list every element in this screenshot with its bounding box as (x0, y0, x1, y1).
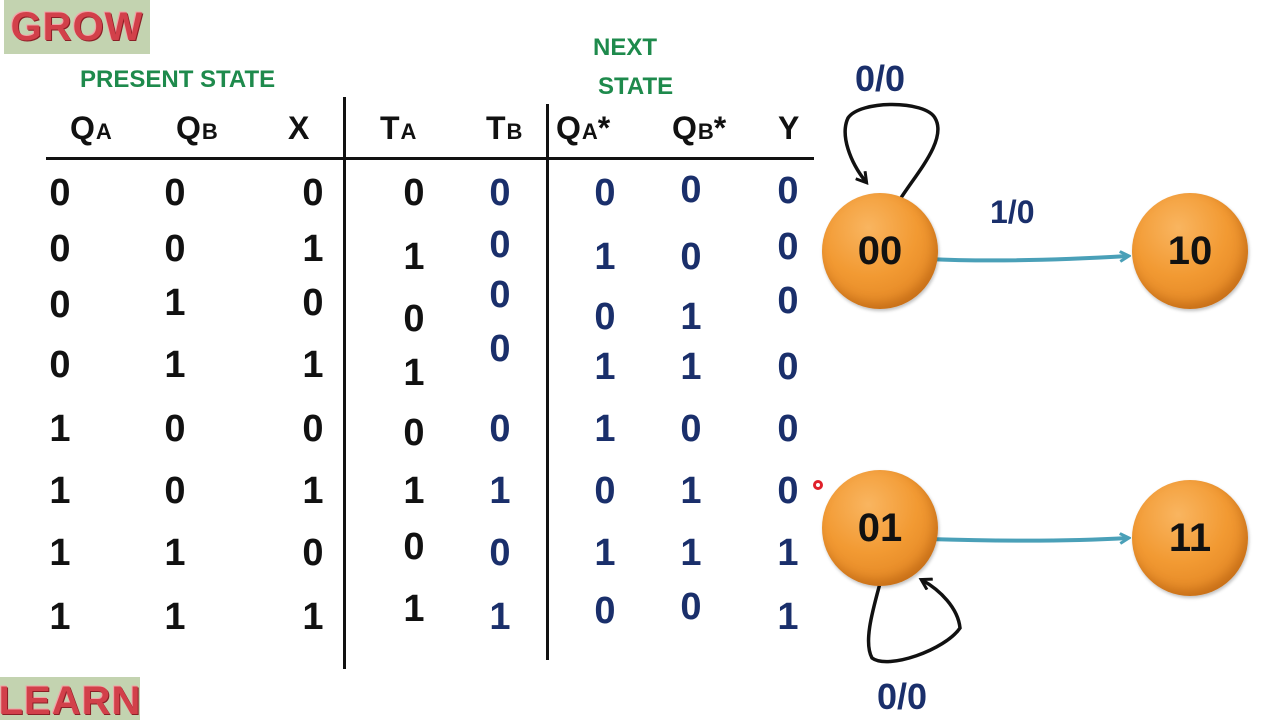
pointer-cursor (813, 480, 823, 490)
state-node-10[interactable]: 10 (1132, 193, 1248, 309)
state-node-01[interactable]: 01 (822, 470, 938, 586)
transition-label-00-loop: 0/0 (855, 58, 906, 99)
edge-00-10 (927, 256, 1128, 260)
state-node-11[interactable]: 11 (1132, 480, 1248, 596)
state-label: 01 (857, 505, 903, 550)
state-label: 10 (1167, 228, 1213, 273)
state-diagram-edges (843, 102, 1280, 664)
transition-label-01-loop: 0/0 (877, 676, 928, 717)
state-label: 00 (857, 228, 903, 273)
edge-00-00-loop (843, 102, 940, 202)
state-label: 11 (1168, 515, 1212, 560)
state-node-00[interactable]: 00 (822, 193, 938, 309)
transition-label-00-10: 1/0 (990, 194, 1035, 230)
edge-01-11 (927, 538, 1128, 541)
